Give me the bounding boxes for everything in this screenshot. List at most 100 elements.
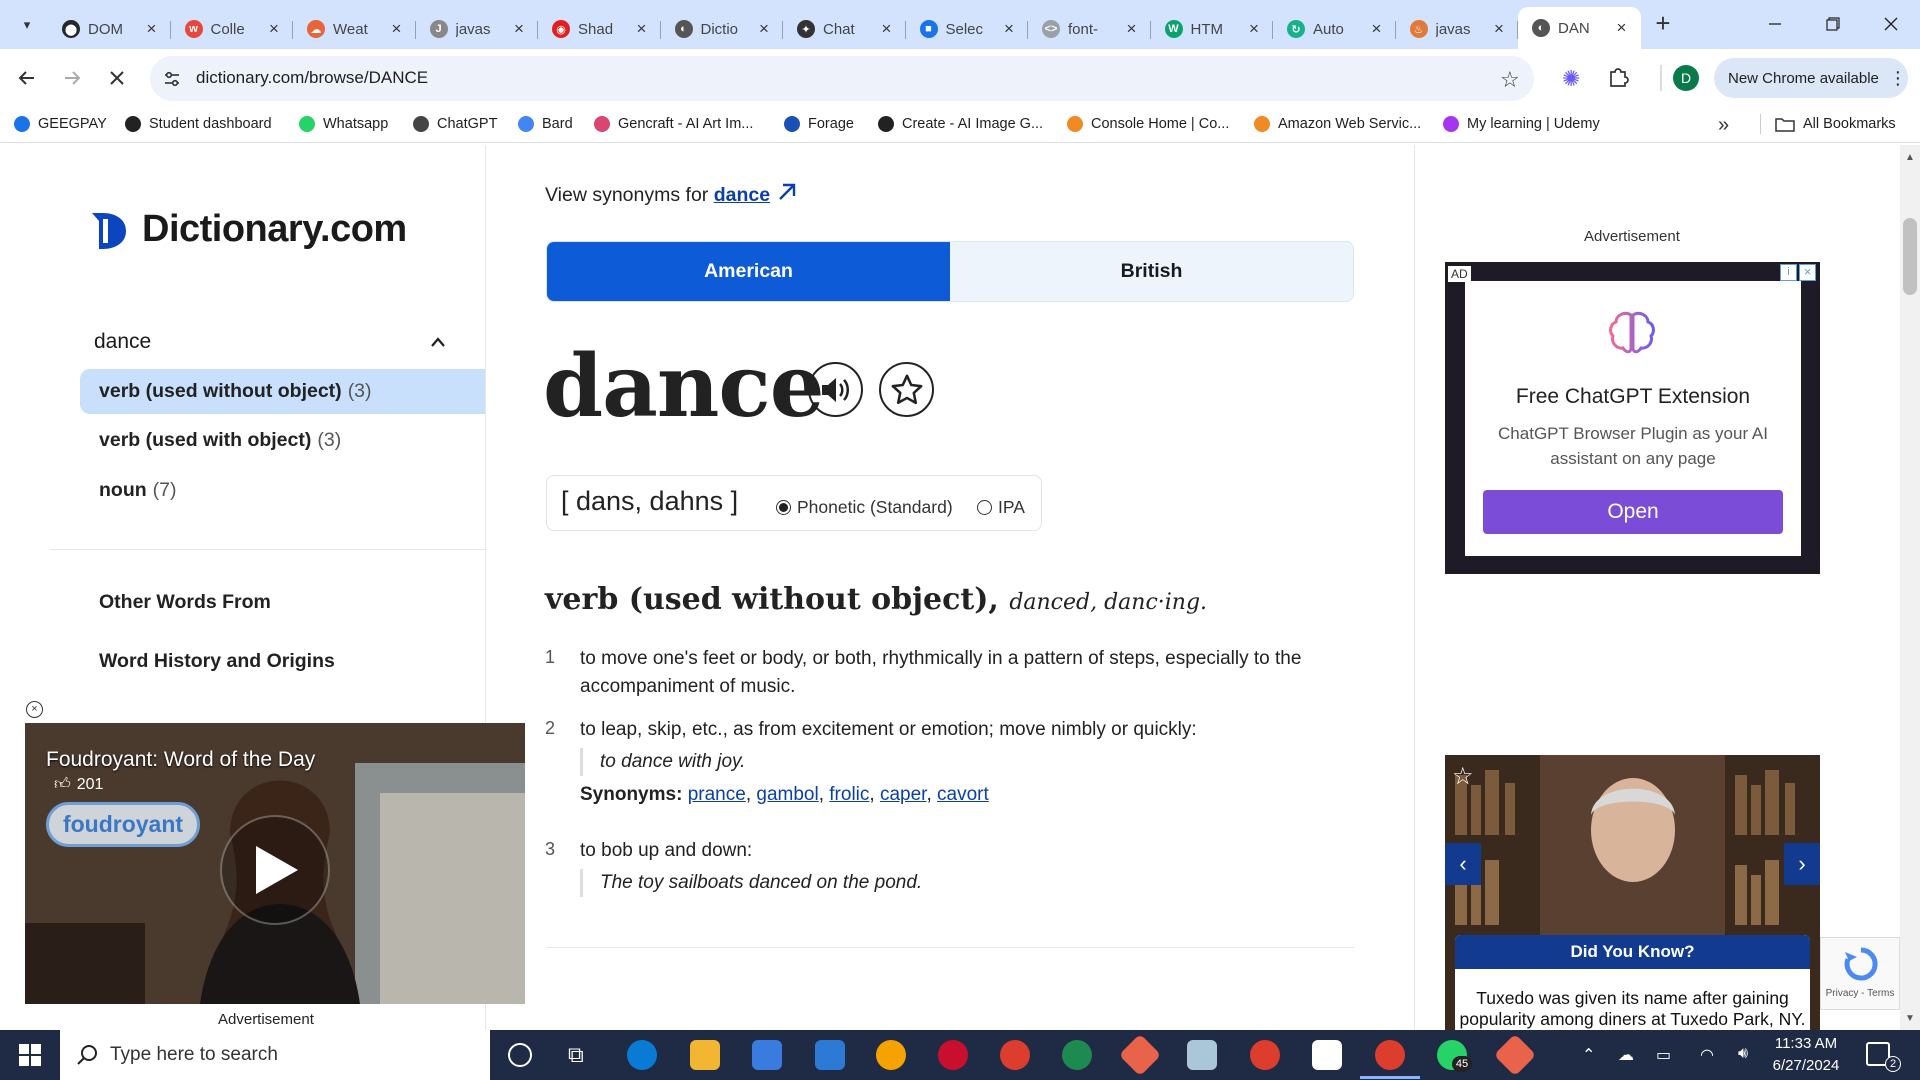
- bookmark-item[interactable]: Bard: [518, 116, 573, 132]
- tab-close-icon[interactable]: ×: [1245, 19, 1263, 39]
- carousel-prev-button[interactable]: ‹: [1445, 843, 1481, 885]
- tray-chevron-icon[interactable]: ⌃: [1582, 1045, 1595, 1065]
- synonym-link[interactable]: caper: [880, 784, 926, 805]
- tab-close-icon[interactable]: ×: [143, 19, 161, 39]
- bookmark-item[interactable]: Console Home | Co...: [1067, 116, 1229, 132]
- synonym-link[interactable]: cavort: [937, 784, 989, 805]
- browser-tab[interactable]: ■ Selec ×: [906, 11, 1029, 47]
- battery-icon[interactable]: ▭: [1656, 1045, 1671, 1065]
- chrome-profile-icon[interactable]: [1250, 1040, 1280, 1070]
- play-button[interactable]: [220, 815, 330, 925]
- windows-start-icon[interactable]: [0, 1030, 60, 1080]
- extension-icon[interactable]: ✺: [1562, 66, 1580, 92]
- toc-item-verb-intransitive[interactable]: verb (used without object) (3): [80, 369, 485, 414]
- file-explorer-icon[interactable]: [690, 1040, 720, 1070]
- audio-button[interactable]: [808, 362, 863, 417]
- new-tab-button[interactable]: +: [1650, 10, 1676, 37]
- mail-icon[interactable]: [815, 1040, 845, 1070]
- task-view-icon[interactable]: ⧉: [568, 1042, 584, 1068]
- synonym-link[interactable]: gambol: [756, 784, 818, 805]
- tab-close-icon[interactable]: ×: [265, 19, 283, 39]
- bookmark-item[interactable]: Student dashboard: [125, 116, 272, 132]
- tab-close-icon[interactable]: ×: [878, 19, 896, 39]
- url-text[interactable]: dictionary.com/browse/DANCE: [196, 68, 428, 88]
- radio-phonetic[interactable]: Phonetic (Standard): [776, 497, 953, 518]
- edge-icon[interactable]: [627, 1040, 657, 1070]
- store-icon[interactable]: [752, 1040, 782, 1070]
- notepad-icon[interactable]: [1187, 1040, 1217, 1070]
- toc-link-word-history[interactable]: Word History and Origins: [99, 650, 335, 673]
- browser-tab[interactable]: ◐ Dictio ×: [661, 11, 784, 47]
- tab-close-icon[interactable]: ×: [1000, 19, 1018, 39]
- bookmark-item[interactable]: Gencraft - AI Art Im...: [594, 116, 753, 132]
- recaptcha-badge[interactable]: Privacy - Terms: [1820, 937, 1900, 1010]
- video-close-icon[interactable]: ×: [26, 701, 43, 718]
- ad-open-button[interactable]: Open: [1483, 490, 1783, 534]
- taskbar-search[interactable]: Type here to search: [60, 1030, 490, 1080]
- tab-close-icon[interactable]: ×: [1490, 19, 1508, 39]
- bookmark-star-icon[interactable]: ☆: [1500, 67, 1520, 93]
- bookmark-item[interactable]: Whatsapp: [299, 116, 388, 132]
- profile-avatar[interactable]: D: [1673, 65, 1699, 91]
- back-icon[interactable]: [12, 63, 42, 93]
- wifi-icon[interactable]: ◠: [1700, 1045, 1714, 1065]
- bookmark-item[interactable]: My learning | Udemy: [1443, 116, 1600, 132]
- capcut-icon[interactable]: [1312, 1040, 1342, 1070]
- recaptcha-terms[interactable]: Privacy - Terms: [1826, 988, 1895, 999]
- carousel-next-button[interactable]: ›: [1784, 843, 1820, 885]
- bookmark-item[interactable]: Create - AI Image G...: [878, 116, 1043, 132]
- browser-tab[interactable]: ✦ Chat ×: [783, 11, 906, 47]
- close-window-button[interactable]: [1868, 8, 1914, 40]
- browser-tab[interactable]: w Colle ×: [171, 11, 294, 47]
- chevron-up-icon[interactable]: [430, 332, 446, 353]
- onedrive-icon[interactable]: ☁: [1618, 1045, 1634, 1065]
- ad-close-icon[interactable]: ×: [1799, 264, 1816, 281]
- tab-close-icon[interactable]: ×: [1368, 19, 1386, 39]
- browser-tab[interactable]: Jjavas ×: [416, 11, 539, 47]
- toc-link-other-words[interactable]: Other Words From: [99, 591, 271, 614]
- toc-item-verb-transitive[interactable]: verb (used with object) (3): [80, 418, 485, 463]
- tab-close-icon[interactable]: ×: [1123, 19, 1141, 39]
- tab-american[interactable]: American: [547, 242, 950, 301]
- bookmark-item[interactable]: Amazon Web Servic...: [1254, 116, 1421, 132]
- tab-search-chevron-icon[interactable]: ▾: [14, 12, 40, 38]
- star-icon[interactable]: ☆: [1452, 762, 1474, 791]
- toc-word[interactable]: dance: [94, 330, 151, 354]
- browser-tab[interactable]: ♨ javas ×: [1396, 11, 1519, 47]
- chrome-canary-icon[interactable]: [876, 1040, 906, 1070]
- bookmark-item[interactable]: GEEGPAY: [14, 116, 107, 132]
- tab-close-icon[interactable]: ×: [755, 19, 773, 39]
- tab-close-icon[interactable]: ×: [633, 19, 651, 39]
- more-bookmarks-icon[interactable]: »: [1718, 114, 1729, 137]
- restore-button[interactable]: [1810, 8, 1856, 40]
- all-bookmarks[interactable]: All Bookmarks: [1775, 116, 1896, 132]
- scroll-up-icon[interactable]: ▲: [1905, 152, 1915, 163]
- external-arrow-icon[interactable]: [776, 181, 798, 203]
- taskbar-clock[interactable]: 11:33 AM 6/27/2024: [1766, 1033, 1846, 1077]
- stop-loading-icon[interactable]: [102, 63, 132, 93]
- site-info-icon[interactable]: [163, 70, 181, 93]
- chrome-active-icon[interactable]: [1375, 1040, 1405, 1070]
- cortana-icon[interactable]: [508, 1043, 532, 1067]
- volume-icon[interactable]: 🔊︎: [1738, 1045, 1748, 1063]
- browser-tab[interactable]: ☁ Weat ×: [293, 11, 416, 47]
- tab-close-icon[interactable]: ×: [510, 19, 528, 39]
- ad-info-icon[interactable]: i: [1780, 264, 1797, 281]
- bookmark-item[interactable]: ChatGPT: [413, 116, 497, 132]
- browser-tab[interactable]: ◐ DAN ×: [1518, 7, 1641, 49]
- scroll-down-icon[interactable]: ▼: [1905, 1013, 1915, 1024]
- browser-tab[interactable]: W HTM ×: [1151, 11, 1274, 47]
- chrome-icon[interactable]: [1000, 1040, 1030, 1070]
- tab-close-icon[interactable]: ×: [1613, 18, 1631, 38]
- site-logo[interactable]: Dictionary.com: [142, 208, 407, 251]
- synonyms-link[interactable]: dance: [714, 184, 770, 206]
- upwork-icon[interactable]: [1062, 1040, 1092, 1070]
- forward-icon[interactable]: [57, 63, 87, 93]
- brave-icon[interactable]: [938, 1040, 968, 1070]
- scrollbar-thumb[interactable]: [1903, 218, 1917, 295]
- browser-tab[interactable]: ↻ Auto ×: [1273, 11, 1396, 47]
- favorite-button[interactable]: [879, 362, 934, 417]
- browser-tab[interactable]: ◉ Shad ×: [538, 11, 661, 47]
- minimize-button[interactable]: [1752, 8, 1798, 40]
- extensions-puzzle-icon[interactable]: [1607, 66, 1629, 93]
